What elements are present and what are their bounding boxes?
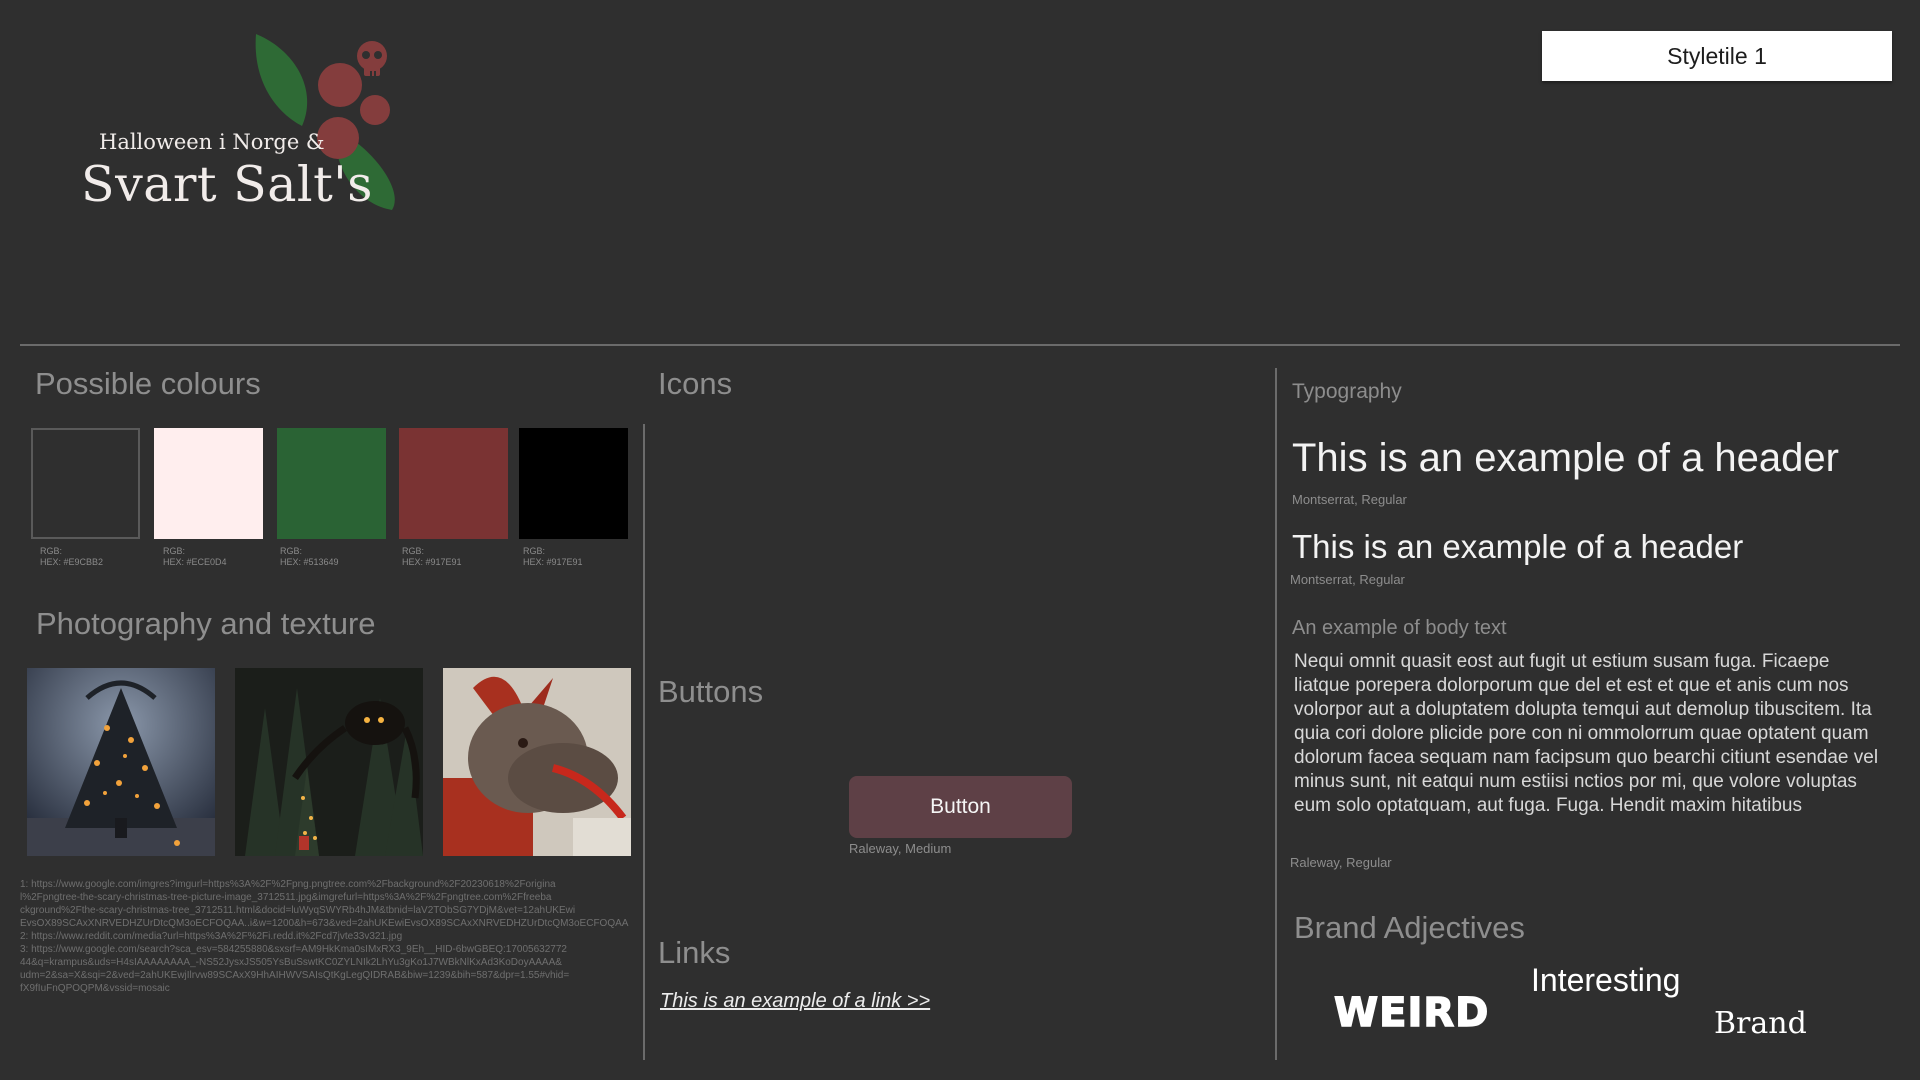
buttons-title: Buttons <box>658 674 764 709</box>
adjective-brand: Brand <box>1714 1006 1807 1041</box>
typography-title: Typography <box>1292 380 1402 403</box>
colour-swatch-5 <box>519 428 628 539</box>
colour-swatch-3 <box>277 428 386 539</box>
header-font-label-medium: Montserrat, Regular <box>1290 572 1405 587</box>
button-font-label: Raleway, Medium <box>849 841 952 856</box>
brand-logo: Halloween i Norge & Svart Salt's <box>70 30 410 220</box>
horizontal-divider <box>20 344 1900 346</box>
colour-swatch-1 <box>31 428 140 539</box>
photo-references: 1: https://www.google.com/imgres?imgurl=… <box>20 878 660 995</box>
body-text-label: An example of body text <box>1292 617 1507 639</box>
links-title: Links <box>658 935 731 970</box>
header-example-large: This is an example of a header <box>1292 436 1839 480</box>
swatch-label-4: RGB: HEX: #917E91 <box>402 546 462 567</box>
icons-title: Icons <box>658 366 733 401</box>
colours-title: Possible colours <box>35 366 261 401</box>
swatch-label-1: RGB: HEX: #E9CBB2 <box>40 546 104 567</box>
styletile-page: Halloween i Norge & Svart Salt's Styleti… <box>0 0 1920 1080</box>
reference-line[interactable]: 2: https://www.reddit.com/media?url=http… <box>20 930 660 943</box>
reference-line[interactable]: udm=2&sa=X&sqi=2&ved=2ahUKEwjIlrvw89SCAx… <box>20 969 660 982</box>
swatch-label-3: RGB: HEX: #513649 <box>280 546 339 567</box>
reference-line[interactable]: 1: https://www.google.com/imgres?imgurl=… <box>20 878 660 891</box>
logo-tagline: Halloween i Norge & <box>99 130 325 154</box>
swatch-label-5: RGB: HEX: #917E91 <box>523 546 583 567</box>
photo-forest-monster <box>235 668 423 856</box>
colour-swatch-2 <box>154 428 263 539</box>
brand-adjectives-title: Brand Adjectives <box>1294 910 1525 945</box>
photography-title: Photography and texture <box>36 606 376 641</box>
reference-line[interactable]: fX9fIuFnQPOQPM&vssid=mosaic <box>20 982 660 995</box>
logo-wordmark: Svart Salt's <box>81 156 373 213</box>
body-text-example: Nequi omnit quasit eost aut fugit ut est… <box>1294 651 1879 816</box>
reference-line[interactable]: l%2Fpngtree-the-scary-christmas-tree-pic… <box>20 891 660 904</box>
photo-scary-tree <box>27 668 215 856</box>
swatch-label-2: RGB: HEX: #ECE0D4 <box>163 546 227 567</box>
reference-line[interactable]: 44&q=krampus&uds=H4sIAAAAAAAA_-NS52JysxJ… <box>20 956 660 969</box>
body-font-label: Raleway, Regular <box>1290 855 1392 870</box>
reference-line[interactable]: 3: https://www.google.com/search?sca_esv… <box>20 943 660 956</box>
adjective-interesting: Interesting <box>1531 962 1681 998</box>
reference-line[interactable]: ckground%2Fthe-scary-christmas-tree_3712… <box>20 904 660 917</box>
skull-icon <box>357 41 387 76</box>
example-button[interactable]: Button <box>849 776 1072 838</box>
reference-line[interactable]: EvsOX89SCAxXNRVEDHZUrDtcQM3oECFOQAA..i&w… <box>20 917 660 930</box>
header-font-label-large: Montserrat, Regular <box>1292 492 1407 507</box>
photo-krampus <box>443 668 631 856</box>
header-example-medium: This is an example of a header <box>1292 528 1744 565</box>
adjective-weird: WEIRD <box>1333 989 1490 1037</box>
column-divider-right <box>1275 368 1277 1060</box>
styletile-badge: Styletile 1 <box>1542 31 1892 81</box>
colour-swatch-4 <box>399 428 508 539</box>
example-link[interactable]: This is an example of a link >> <box>660 990 930 1013</box>
